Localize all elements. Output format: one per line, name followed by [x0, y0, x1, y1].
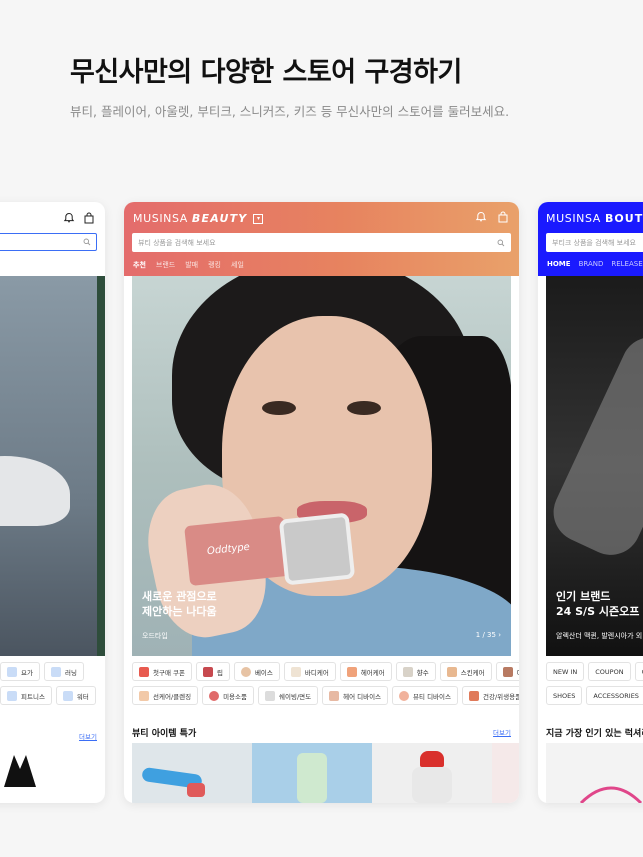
search-icon[interactable] [497, 239, 505, 247]
bell-icon[interactable] [63, 212, 75, 224]
chip-accessories[interactable]: ACCESSORIES [586, 686, 643, 705]
device-icon [399, 690, 410, 701]
hero-pager[interactable]: 1 / 35 › [476, 631, 501, 639]
product-image [546, 327, 643, 565]
chip-beauty-device[interactable]: 뷰티 디바이스 [392, 686, 458, 705]
product-card[interactable] [372, 743, 492, 803]
more-link[interactable]: 더보기 [493, 727, 511, 737]
chip-first-coupon[interactable]: 첫구매 쿠폰 [132, 662, 192, 681]
subheadline: 뷰티, 플레이어, 아울렛, 부티크, 스니커즈, 키즈 등 무신사만의 스토어… [70, 104, 510, 119]
razor-icon [265, 690, 275, 701]
product-card[interactable] [546, 743, 643, 803]
boutique-header: MUSINSA BOUTIQUE 부티크 상품을 검색해 보세요 HOME BR… [538, 202, 643, 276]
beauty-store-card[interactable]: MUSINSA BEAUTY ▾ 뷰티 상품을 검색해 보세요 추천 브랜드 발… [124, 202, 519, 803]
perfume-icon [402, 666, 413, 677]
tab-ranking[interactable]: 랭킹 [208, 260, 221, 270]
chip-base[interactable]: 베이스 [233, 662, 280, 681]
lipstick-icon [202, 666, 213, 677]
tab-brand[interactable]: BRAND [579, 260, 604, 268]
hero-subtitle: 오드타입 [142, 632, 168, 640]
search-input[interactable] [0, 233, 97, 251]
chip-fitness[interactable]: 피트니스 [0, 686, 52, 705]
product-card[interactable] [132, 743, 252, 803]
running-icon [50, 666, 61, 677]
tab-recommend[interactable]: 추천 [133, 260, 146, 270]
boutique-tabs: HOME BRAND RELEASES [547, 260, 643, 268]
product-thumbnails [132, 743, 519, 803]
more-link[interactable]: 더보기 [79, 731, 97, 741]
coupon-icon [139, 666, 149, 677]
chip-yoga[interactable]: 요가 [0, 662, 40, 681]
yoga-icon [7, 666, 17, 677]
bottle-icon [346, 666, 357, 677]
product-card[interactable] [492, 743, 519, 803]
header-icons [63, 212, 95, 224]
hero-title: 새로운 관점으로 제안하는 나다움 [142, 590, 217, 618]
bell-icon[interactable] [475, 211, 487, 223]
cream-icon [446, 666, 457, 677]
boutique-store-card[interactable]: MUSINSA BOUTIQUE 부티크 상품을 검색해 보세요 HOME BR… [538, 202, 643, 803]
chip-new-in[interactable]: NEW IN [546, 662, 585, 681]
compact-icon [240, 666, 251, 677]
tab-home[interactable]: HOME [547, 260, 571, 268]
chip-skincare[interactable]: 스킨케어 [439, 662, 492, 681]
chip-haircare[interactable]: 헤어케어 [339, 662, 392, 681]
bag-icon[interactable] [497, 211, 509, 223]
beauty-logo[interactable]: MUSINSA BEAUTY ▾ [133, 212, 264, 225]
hero-banner[interactable]: 인기 브랜드 24 S/S 시즌오프 알렉산더 맥퀸, 발렌시아가 외 [546, 276, 643, 656]
puff-icon [209, 690, 220, 701]
chip-lip[interactable]: 립 [195, 662, 230, 681]
headline: 무신사만의 다양한 스토어 구경하기 [70, 57, 462, 88]
chip-health[interactable]: 건강/위생용품 [462, 686, 519, 705]
product-card[interactable] [252, 743, 372, 803]
app-store-screenshot: 무신사만의 다양한 스토어 구경하기 뷰티, 플레이어, 아울렛, 부티크, 스… [0, 0, 643, 857]
chip-water[interactable]: 워터 [55, 686, 96, 705]
chip-shaving[interactable]: 쉐이빙/면도 [258, 686, 319, 705]
fitness-icon [7, 690, 17, 701]
hair-device-icon [329, 690, 340, 701]
sunscreen-icon [139, 690, 149, 701]
chip-bodycare[interactable]: 바디케어 [283, 662, 336, 681]
category-chips: NEW IN COUPON OU SHOES ACCESSORIES [546, 662, 643, 710]
search-input[interactable]: 뷰티 상품을 검색해 보세요 [132, 233, 511, 252]
chip-suncare[interactable]: 선케어/클렌징 [132, 686, 199, 705]
sports-store-card[interactable]: 요가 러닝 피트니스 워터 더보기 [0, 202, 105, 803]
search-input[interactable]: 부티크 상품을 검색해 보세요 [546, 233, 643, 252]
hero-subtitle: 알렉산더 맥퀸, 발렌시아가 외 [556, 632, 643, 640]
beauty-tabs: 추천 브랜드 발매 랭킹 세일 [133, 260, 244, 270]
swim-icon [62, 690, 73, 701]
header-icons [475, 211, 509, 223]
section-title: 뷰티 아이템 특가 [132, 729, 197, 739]
chip-outlet[interactable]: OU [634, 662, 643, 681]
tab-brand[interactable]: 브랜드 [156, 260, 175, 270]
chip-shoes[interactable]: SHOES [546, 686, 583, 705]
tab-release[interactable]: 발매 [185, 260, 198, 270]
chip-hair-device[interactable]: 헤어 디바이스 [322, 686, 389, 705]
chip-coupon[interactable]: COUPON [588, 662, 631, 681]
sports-bra-image [4, 755, 36, 787]
lotion-icon [290, 666, 301, 677]
tab-sale[interactable]: 세일 [231, 260, 244, 270]
handbag-image [579, 786, 643, 803]
category-chips: 요가 러닝 피트니스 워터 [0, 662, 96, 710]
search-icon [83, 238, 91, 246]
palette-icon [502, 666, 513, 677]
bag-icon[interactable] [83, 212, 95, 224]
boutique-logo[interactable]: MUSINSA BOUTIQUE [546, 212, 643, 225]
chip-beauty-tools[interactable]: 미용소품 [202, 686, 254, 705]
health-icon [469, 690, 479, 701]
section-title: 지금 가장 인기 있는 럭셔리 [546, 729, 643, 739]
chip-running[interactable]: 러닝 [43, 662, 84, 681]
beauty-header: MUSINSA BEAUTY ▾ 뷰티 상품을 검색해 보세요 추천 브랜드 발… [124, 202, 519, 276]
hero-banner[interactable] [0, 276, 105, 656]
chip-eye[interactable]: 아이 [495, 662, 519, 681]
tab-releases[interactable]: RELEASES [611, 260, 643, 268]
hero-banner[interactable]: Oddtype 새로운 관점으로 제안하는 나다움 오드타입 1 / 35 › [132, 276, 511, 656]
shoe-image [0, 456, 70, 526]
chip-perfume[interactable]: 향수 [395, 662, 436, 681]
dropdown-icon[interactable]: ▾ [253, 213, 264, 224]
category-chips: 첫구매 쿠폰 립 베이스 바디케어 헤어케어 향수 스킨케어 아이 선케어/클렌… [132, 662, 519, 710]
hero-title: 인기 브랜드 24 S/S 시즌오프 [556, 590, 640, 618]
